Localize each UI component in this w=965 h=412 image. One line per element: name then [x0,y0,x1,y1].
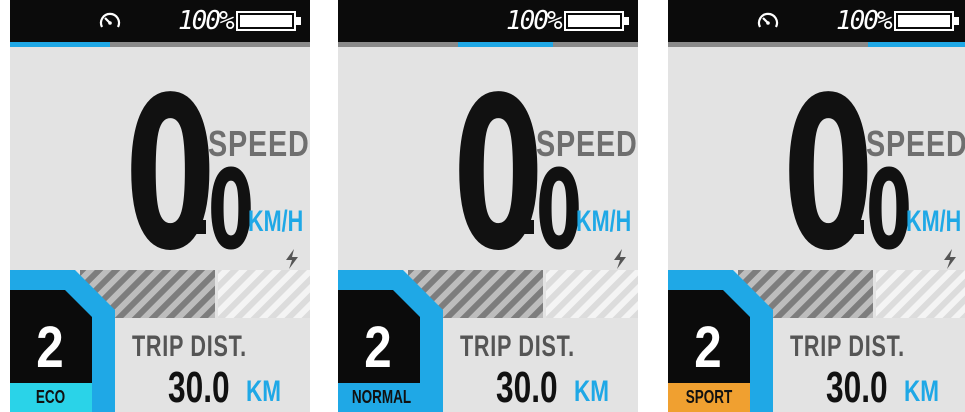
battery-percent: 100% [506,6,563,36]
mode-label: ECO [18,383,84,412]
speed-decimal-point [520,220,534,234]
assist-level-value: 2 [36,315,64,380]
trip-label: TRIP DIST. [132,330,247,363]
lightning-icon [286,249,298,269]
speed-integer: 0 [453,52,544,297]
trip-unit: KM [574,375,609,408]
mode-label: NORMAL [342,383,416,412]
speed-unit: KM/H [248,205,304,238]
assist-level-value: 2 [694,315,722,380]
speed-decimal-point [192,220,206,234]
lightning-icon [614,249,626,269]
trip-value: 30.0 [826,363,888,412]
battery-icon [564,11,629,31]
trip-unit: KM [246,375,281,408]
lightning-icon [944,249,956,269]
speed-integer: 0 [125,52,216,297]
speedometer-icon [757,12,779,28]
speed-unit: KM/H [906,205,962,238]
speed-label: SPEED [536,123,638,164]
assist-level-value: 2 [364,315,392,380]
trip-label: TRIP DIST. [790,330,905,363]
display-panel-eco: 100% 0 0 SPEED KM/H 2 ECO TRIP DIST. 30.… [10,0,310,412]
trip-value: 30.0 [496,363,558,412]
trip-value: 30.0 [168,363,230,412]
speed-integer: 0 [783,52,874,297]
status-indicator [458,42,553,47]
speed-decimal-point [850,220,864,234]
speed-unit: KM/H [576,205,632,238]
display-panel-sport: 100% 0 0 SPEED KM/H 2 SPORT TRIP DIST. 3… [668,0,965,412]
trip-label: TRIP DIST. [460,330,575,363]
status-indicator [10,42,110,47]
display-panel-normal: 100% 0 0 SPEED KM/H 2 NORMAL TRIP DIST. … [338,0,638,412]
battery-icon [894,11,959,31]
battery-fill [240,15,292,27]
trip-unit: KM [904,375,939,408]
mode-label: SPORT [674,383,744,412]
battery-percent: 100% [836,6,893,36]
speed-label: SPEED [208,123,310,164]
status-indicator [868,42,965,47]
mode-text: SPORT [685,387,733,407]
mode-text: NORMAL [351,387,412,407]
mode-text: ECO [36,387,66,407]
battery-percent: 100% [178,6,235,36]
speedometer-icon [99,12,121,28]
speed-label: SPEED [866,123,965,164]
battery-fill [568,15,620,27]
battery-icon [236,11,301,31]
battery-fill [898,15,950,27]
